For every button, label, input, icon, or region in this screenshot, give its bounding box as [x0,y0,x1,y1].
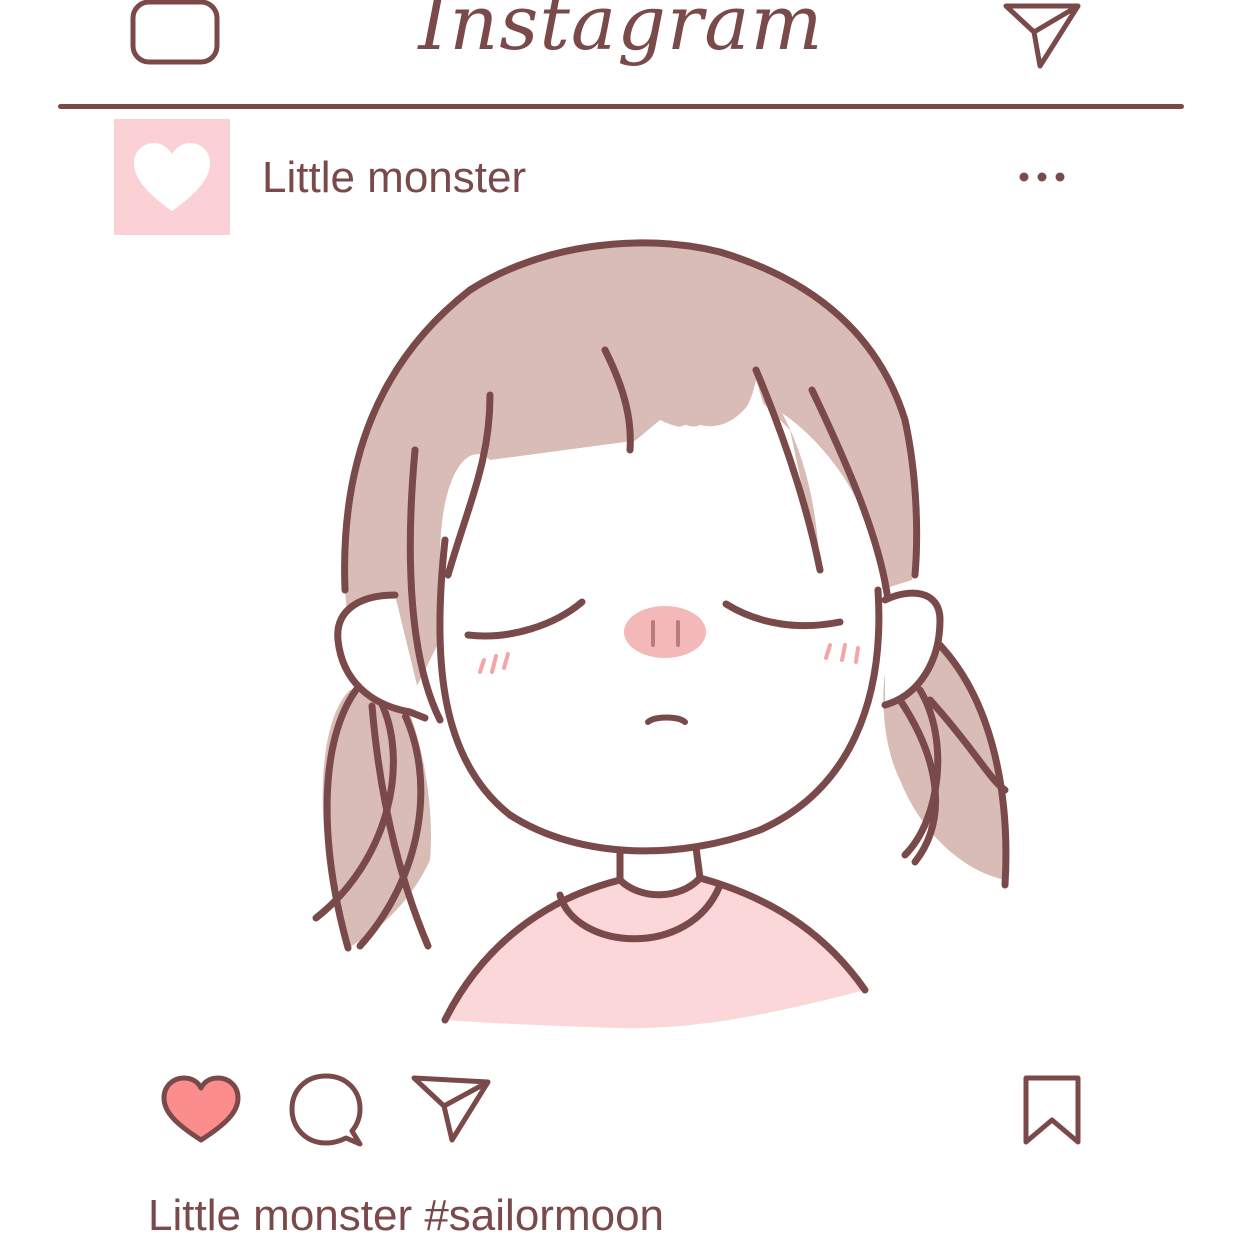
post-caption: Little monster #sailormoon [148,1191,665,1240]
camera-button[interactable] [128,0,222,68]
heart-icon [161,1075,241,1143]
post-username[interactable]: Little monster [262,150,526,206]
camera-icon [130,0,220,65]
share-button[interactable] [408,1070,496,1148]
header-divider [58,104,1184,109]
more-options-button[interactable] [1014,164,1070,190]
more-dots-icon [1019,172,1065,182]
bookmark-icon [1023,1075,1081,1145]
comment-icon [289,1073,363,1147]
like-button[interactable] [156,1070,246,1150]
paper-plane-icon [411,1075,491,1143]
app-logo: Instagram [418,0,824,67]
girl-illustration [312,239,1010,1029]
post-image[interactable] [300,236,1020,1036]
paper-plane-icon [1003,3,1081,69]
heart-icon [134,143,210,211]
avatar[interactable] [114,119,230,235]
save-button[interactable] [1016,1070,1088,1150]
direct-message-button[interactable] [1000,0,1084,74]
comment-button[interactable] [284,1068,370,1152]
